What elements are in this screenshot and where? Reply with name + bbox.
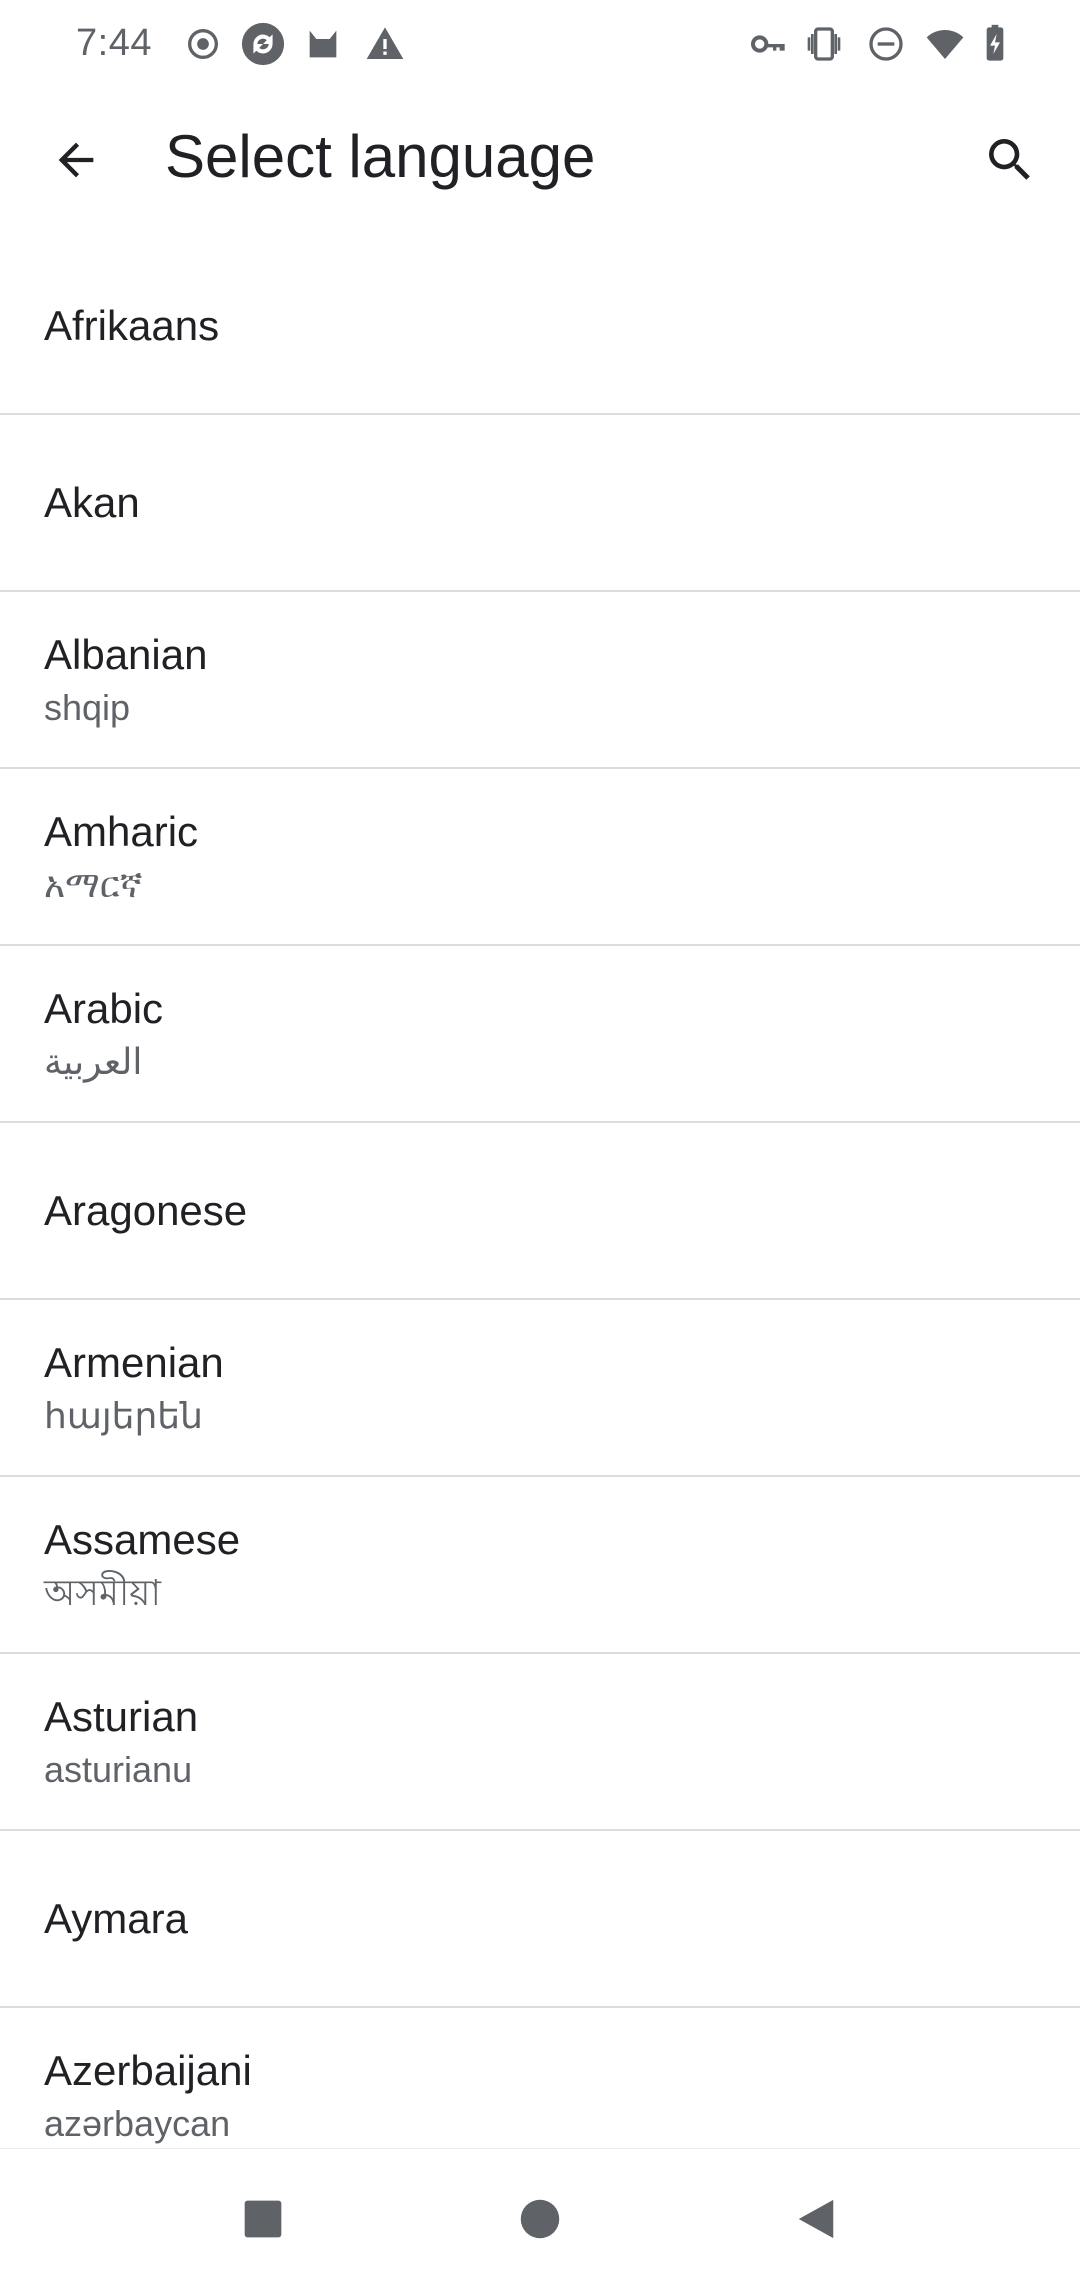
app-bar: Select language (0, 90, 1080, 230)
language-item-albanian[interactable]: Albanian shqip (0, 592, 1080, 769)
language-name: Arabic (44, 984, 164, 1032)
back-triangle-icon (798, 2199, 834, 2239)
language-native-name: አማርኛ (44, 863, 143, 905)
language-name: Aragonese (44, 1186, 248, 1234)
language-item-arabic[interactable]: Arabic العربية (0, 946, 1080, 1123)
wifi-icon (922, 24, 968, 64)
language-native-name: azərbaycan (44, 2102, 231, 2144)
language-name: Aymara (44, 1894, 188, 1942)
status-time: 7:44 (76, 22, 152, 64)
warning-icon (365, 24, 405, 64)
navigation-bar (0, 2148, 1080, 2280)
do-not-disturb-icon (866, 24, 906, 64)
recents-button[interactable] (223, 2179, 303, 2259)
language-item-asturian[interactable]: Asturian asturianu (0, 1654, 1080, 1831)
battery-charging-icon (975, 24, 1015, 64)
language-native-name: asturianu (44, 1748, 193, 1790)
language-item-akan[interactable]: Akan (0, 415, 1080, 592)
language-name: Akan (44, 478, 140, 526)
language-item-amharic[interactable]: Amharic አማርኛ (0, 769, 1080, 946)
sync-icon (240, 21, 286, 67)
record-icon (183, 24, 223, 64)
language-item-afrikaans[interactable]: Afrikaans (0, 238, 1080, 415)
search-icon (989, 139, 1030, 180)
language-item-azerbaijani[interactable]: Azerbaijani azərbaycan (0, 2008, 1080, 2148)
recents-square-icon (244, 2200, 282, 2238)
language-name: Afrikaans (44, 301, 220, 349)
language-name: Asturian (44, 1692, 199, 1740)
system-back-button[interactable] (776, 2179, 856, 2259)
app-root: 7:44 Select language Afrikaans Akan Alba… (0, 0, 1080, 2280)
language-item-assamese[interactable]: Assamese অসমীয়া (0, 1477, 1080, 1654)
language-name: Assamese (44, 1515, 241, 1563)
back-button[interactable] (36, 120, 116, 200)
home-button[interactable] (500, 2179, 580, 2259)
language-native-name: অসমীয়া (44, 1571, 161, 1613)
language-native-name: shqip (44, 686, 131, 728)
language-native-name: العربية (44, 1040, 143, 1082)
language-item-aragonese[interactable]: Aragonese (0, 1123, 1080, 1300)
arrow-back-icon (58, 142, 94, 178)
language-name: Albanian (44, 630, 208, 678)
search-button[interactable] (970, 120, 1050, 200)
language-name: Amharic (44, 807, 199, 855)
page-title: Select language (165, 123, 596, 190)
language-name: Armenian (44, 1338, 224, 1386)
cat-icon (303, 24, 343, 64)
language-list: Afrikaans Akan Albanian shqip Amharic አማ… (0, 238, 1080, 2148)
language-name: Azerbaijani (44, 2046, 252, 2094)
vpn-key-icon (748, 24, 788, 64)
language-item-aymara[interactable]: Aymara (0, 1831, 1080, 2008)
status-bar: 7:44 (0, 0, 1080, 90)
language-native-name: հայերեն (44, 1394, 203, 1436)
home-circle-icon (520, 2199, 560, 2239)
language-item-armenian[interactable]: Armenian հայերեն (0, 1300, 1080, 1477)
vibrate-icon (804, 24, 844, 64)
